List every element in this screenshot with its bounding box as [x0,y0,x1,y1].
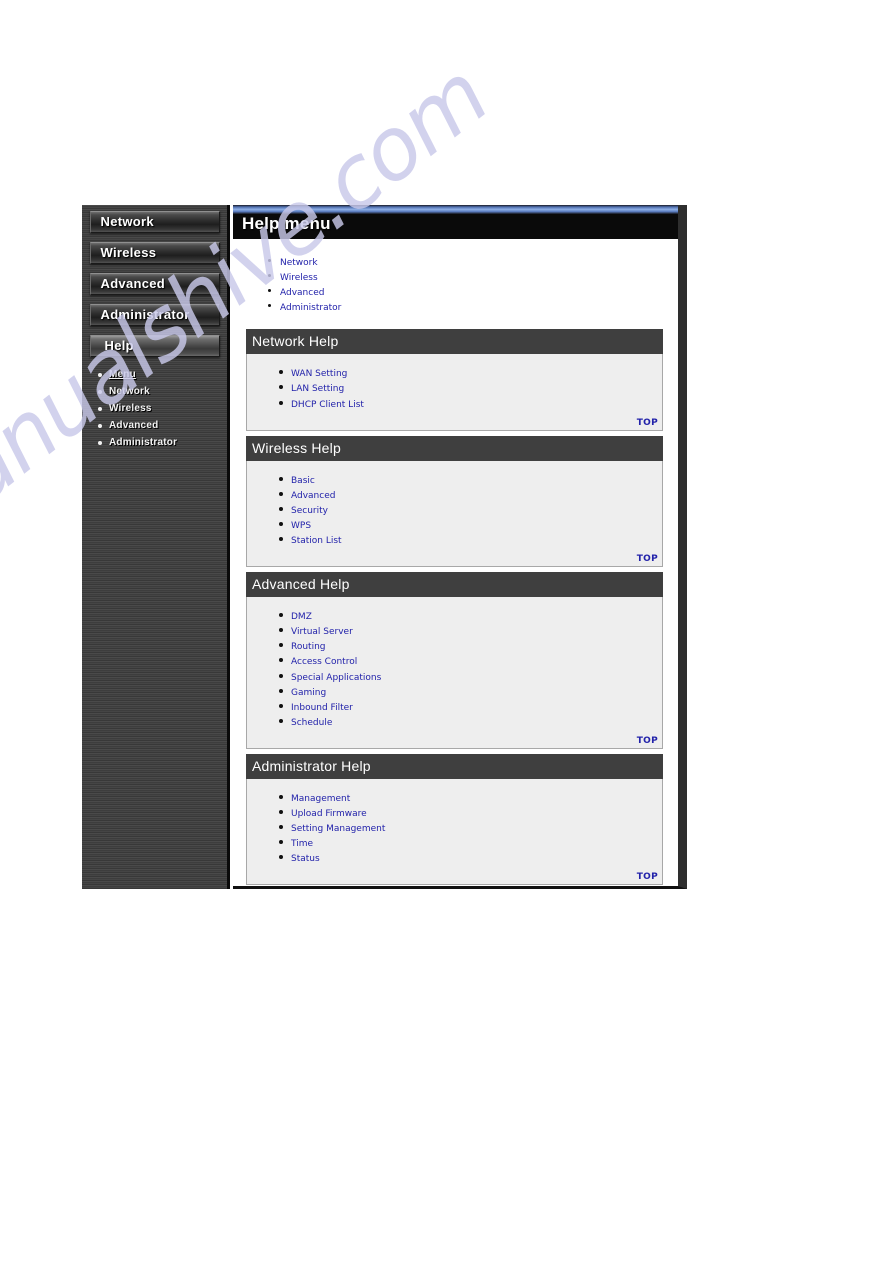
panel-body-wireless-help: Basic Advanced Security WPS Station List TOP [246,460,663,568]
panel-list-item: Inbound Filter [279,700,662,715]
help-link-inbound-filter[interactable]: Inbound Filter [291,703,353,713]
help-index-item: Wireless [268,270,678,285]
panel-list-item: Advanced [279,488,662,503]
panel-list-item: Basic [279,473,662,488]
panel-list-item: Status [279,851,662,866]
submenu-item-label: Network [109,386,150,397]
panel-list-item: Routing [279,639,662,654]
help-link-time[interactable]: Time [291,839,313,849]
submenu-item-label: Administrator [109,437,178,448]
submenu-item-label: Wireless [109,403,152,414]
submenu-item-label: Advanced [109,420,159,431]
help-link-dmz[interactable]: DMZ [291,612,312,622]
help-link-gaming[interactable]: Gaming [291,688,326,698]
help-link-wps[interactable]: WPS [291,521,311,531]
help-index-item: Advanced [268,285,678,300]
help-link-wan-setting[interactable]: WAN Setting [291,369,347,379]
title-bar-gloss [233,205,678,214]
help-link-management[interactable]: Management [291,794,350,804]
panel-list-item: Management [279,791,662,806]
panel-list-item: DMZ [279,609,662,624]
panel-wireless-help: Wireless Help Basic Advanced Security WPS Sta… [246,435,663,568]
panel-advanced-help: Advanced Help DMZ Virtual Server Routing Acc… [246,572,663,749]
panel-list-item: Schedule [279,715,662,730]
submenu-item-wireless[interactable]: Wireless [98,400,227,417]
panel-list-item: Gaming [279,685,662,700]
help-index-list: Network Wireless Advanced Administrator [233,239,678,329]
help-index-link-administrator[interactable]: Administrator [280,303,341,313]
help-link-upload-firmware[interactable]: Upload Firmware [291,809,367,819]
help-sections: Network Help WAN Setting LAN Setting DHCP C… [233,329,678,886]
help-index-link-advanced[interactable]: Advanced [280,288,324,298]
sidebar-submenu: Menu Network Wireless Advanced Administrator [82,366,227,451]
help-link-routing[interactable]: Routing [291,642,326,652]
nav-button-help[interactable]: Help [89,335,220,357]
nav-button-wireless[interactable]: Wireless [89,242,220,264]
help-link-lan-setting[interactable]: LAN Setting [291,384,344,394]
page-title-bar: Help menu [233,205,678,239]
panel-list-item: Virtual Server [279,624,662,639]
panel-administrator-help: Administrator Help Management Upload Firmw… [246,753,663,886]
help-link-security[interactable]: Security [291,506,328,516]
sidebar: Network Wireless Advanced Administrator Help… [82,205,230,889]
top-link[interactable]: TOP [637,872,658,882]
submenu-item-administrator[interactable]: Administrator [98,434,227,451]
help-link-access-control[interactable]: Access Control [291,657,357,667]
panel-list-item: Upload Firmware [279,806,662,821]
panel-body-administrator-help: Management Upload Firmware Setting Managem… [246,778,663,886]
panel-list-item: WAN Setting [279,366,662,381]
submenu-item-network[interactable]: Network [98,383,227,400]
panel-link-list: Management Upload Firmware Setting Managem… [247,791,662,866]
help-link-station-list[interactable]: Station List [291,536,342,546]
panel-list-item: Access Control [279,654,662,669]
panel-list-item: LAN Setting [279,381,662,396]
panel-list-item: Station List [279,533,662,548]
submenu-item-advanced[interactable]: Advanced [98,417,227,434]
panel-title-advanced-help: Advanced Help [246,572,663,598]
help-index-link-network[interactable]: Network [280,258,318,268]
help-link-status[interactable]: Status [291,854,320,864]
panel-body-advanced-help: DMZ Virtual Server Routing Access Control Sp… [246,597,663,749]
submenu-item-label: Menu [109,369,136,380]
help-link-setting-management[interactable]: Setting Management [291,824,385,834]
help-index-link-wireless[interactable]: Wireless [280,273,318,283]
help-link-dhcp-client-list[interactable]: DHCP Client List [291,400,364,410]
panel-body-network-help: WAN Setting LAN Setting DHCP Client List TO… [246,354,663,431]
content-column: Help menu Network Wireless Advanced Adminis… [233,205,687,889]
scanned-page: manualshive.com Network Wireless Advanced A… [0,0,893,1263]
panel-list-item: Setting Management [279,821,662,836]
submenu-item-menu[interactable]: Menu [98,366,227,383]
nav-button-administrator[interactable]: Administrator [89,304,220,326]
panel-link-list: WAN Setting LAN Setting DHCP Client List [247,366,662,411]
page-title: Help menu [242,214,331,233]
help-link-basic[interactable]: Basic [291,476,315,486]
panel-list-item: Special Applications [279,670,662,685]
panel-list-item: WPS [279,518,662,533]
help-link-special-applications[interactable]: Special Applications [291,673,381,683]
help-link-advanced[interactable]: Advanced [291,491,335,501]
panel-title-network-help: Network Help [246,329,663,355]
top-link[interactable]: TOP [637,554,658,564]
nav-button-network[interactable]: Network [89,211,220,233]
top-link[interactable]: TOP [637,418,658,428]
router-admin-ui: Network Wireless Advanced Administrator Help… [82,205,687,889]
help-index-item: Administrator [268,300,678,315]
panel-title-administrator-help: Administrator Help [246,753,663,779]
help-index-item: Network [268,255,678,270]
panel-list-item: DHCP Client List [279,397,662,412]
panel-network-help: Network Help WAN Setting LAN Setting DHCP C… [246,329,663,431]
top-link[interactable]: TOP [637,736,658,746]
sidebar-nav-buttons: Network Wireless Advanced Administrator Help [82,211,227,357]
content-body: Network Wireless Advanced Administrator Net… [233,239,678,886]
panel-link-list: DMZ Virtual Server Routing Access Control Sp… [247,609,662,729]
help-link-virtual-server[interactable]: Virtual Server [291,627,353,637]
nav-button-advanced[interactable]: Advanced [89,273,220,295]
panel-list-item: Time [279,836,662,851]
panel-title-wireless-help: Wireless Help [246,435,663,461]
panel-link-list: Basic Advanced Security WPS Station List [247,473,662,548]
help-link-schedule[interactable]: Schedule [291,718,332,728]
panel-list-item: Security [279,503,662,518]
